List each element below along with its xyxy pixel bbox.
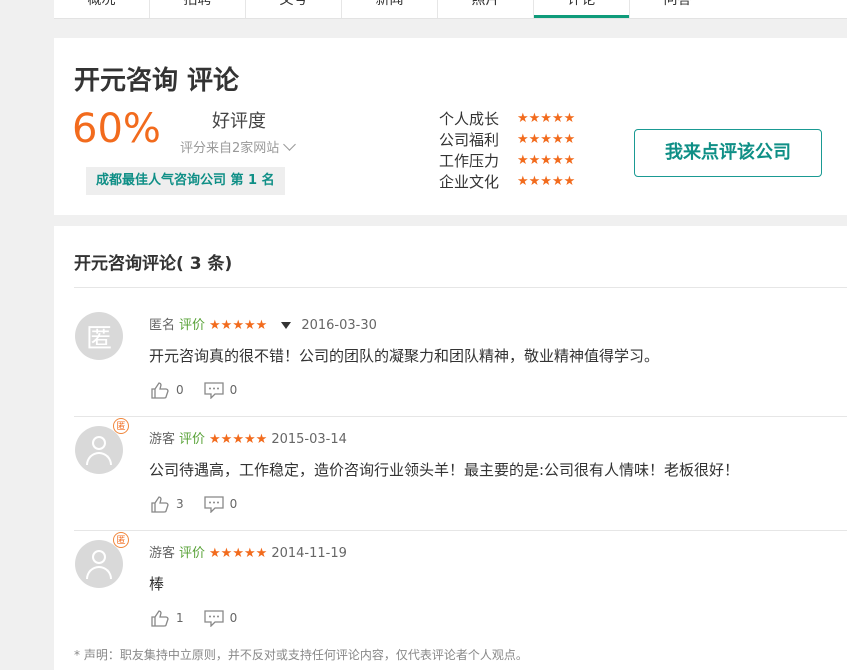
disclaimer: * 声明：职友集持中立原则，并不反对或支持任何评论内容，仅代表评论者个人观点。 [74,648,528,662]
rating-breakdown: 个人成长 ★★★★★ 公司福利 ★★★★★ 工作压力 ★★★★★ 企业文化 ★★… [439,108,575,192]
review-actions: 0 0 [150,381,257,399]
divider [74,287,847,288]
review-count: 3 条) [183,254,233,274]
like-count: 3 [176,497,184,511]
tab-photos[interactable]: 照片 [438,0,533,18]
user-icon [92,550,106,564]
review-content: 棒 [149,575,165,593]
star-rating-icon: ★★★★★ [517,174,576,189]
review-date: 2014-11-19 [271,546,347,561]
review-meta: 匿名 评价 ★★★★★ 2016-03-30 [149,314,377,333]
user-icon [92,436,106,450]
review-author: 游客 [149,432,176,447]
caret-down-icon[interactable] [281,322,292,329]
comment-count: 0 [229,611,238,625]
review-author: 游客 [149,546,176,561]
star-rating-icon: ★★★★★ [517,153,576,168]
reviews-heading: 开元咨询评论( 3 条) [74,254,233,274]
like-count: 0 [176,383,184,397]
anonymous-badge: 匿 [113,418,129,434]
page-title: 开元咨询 评论 [74,66,240,96]
tab-news[interactable]: 新闻 [342,0,437,18]
divider [74,530,847,531]
review-actions: 1 0 [150,609,257,627]
review-tag: 评价 [179,318,206,333]
rating-row-benefits: 公司福利 ★★★★★ [439,129,575,150]
rank-badge: 成都最佳人气咨询公司 第 1 名 [86,167,285,195]
thumbs-up-icon[interactable] [150,381,170,399]
approval-rate: 60% [72,106,161,152]
rating-label: 工作压力 [439,152,500,170]
rating-label: 公司福利 [439,131,500,149]
tab-reviews[interactable]: 评论 [534,0,629,18]
review-tag: 评价 [179,546,206,561]
thumbs-up-icon[interactable] [150,495,170,513]
write-review-button[interactable]: 我来点评该公司 [634,129,822,177]
review-date: 2015-03-14 [271,432,347,447]
comment-icon[interactable] [203,609,224,627]
tab-jobs[interactable]: 招聘 [150,0,245,18]
avatar: 匿 [75,418,129,474]
star-rating-icon: ★★★★★ [209,432,268,447]
review-tag: 评价 [179,432,206,447]
rating-row-growth: 个人成长 ★★★★★ [439,108,575,129]
anonymous-badge: 匿 [113,532,129,548]
star-rating-icon: ★★★★★ [209,318,268,333]
tab-docs[interactable]: 文号 [246,0,341,18]
review-date: 2016-03-30 [301,318,377,333]
top-nav: 概况 招聘 文号 新闻 照片 评论 问答 [54,0,847,19]
review-content: 公司待遇高，工作稳定，造价咨询行业领头羊！最主要的是:公司很有人情味！老板很好！ [149,461,740,479]
rating-row-culture: 企业文化 ★★★★★ [439,171,575,192]
rating-label: 企业文化 [439,173,500,191]
review-meta: 游客 评价 ★★★★★ 2015-03-14 [149,428,347,447]
rating-source-toggle[interactable]: 评分来自2家网站 [180,137,297,156]
like-count: 1 [176,611,184,625]
rating-row-pressure: 工作压力 ★★★★★ [439,150,575,171]
reviews-panel: 开元咨询评论( 3 条) 匿 匿名 评价 ★★★★★ 2016-03-30 开元咨询真… [54,226,847,670]
comment-icon[interactable] [203,495,224,513]
divider [74,416,847,417]
rating-source-text: 评分来自2家网站 [180,141,280,156]
rating-label: 个人成长 [439,110,500,128]
review-meta: 游客 评价 ★★★★★ 2014-11-19 [149,542,347,561]
star-rating-icon: ★★★★★ [517,132,576,147]
tab-overview[interactable]: 概况 [54,0,149,18]
review-content: 开元咨询真的很不错！公司的团队的凝聚力和团队精神，敬业精神值得学习。 [149,347,660,365]
comment-count: 0 [229,497,238,511]
comment-icon[interactable] [203,381,224,399]
approval-label: 好评度 [212,111,266,132]
avatar: 匿 [75,532,129,588]
review-actions: 3 0 [150,495,257,513]
comment-count: 0 [229,383,238,397]
chevron-down-icon [283,138,297,151]
star-rating-icon: ★★★★★ [517,111,576,126]
review-author: 匿名 [149,318,176,333]
summary-card: 开元咨询 评论 60% 好评度 评分来自2家网站 成都最佳人气咨询公司 第 1 … [54,38,847,215]
thumbs-up-icon[interactable] [150,609,170,627]
tab-qa[interactable]: 问答 [630,0,725,18]
star-rating-icon: ★★★★★ [209,546,268,561]
avatar: 匿 [75,312,123,360]
